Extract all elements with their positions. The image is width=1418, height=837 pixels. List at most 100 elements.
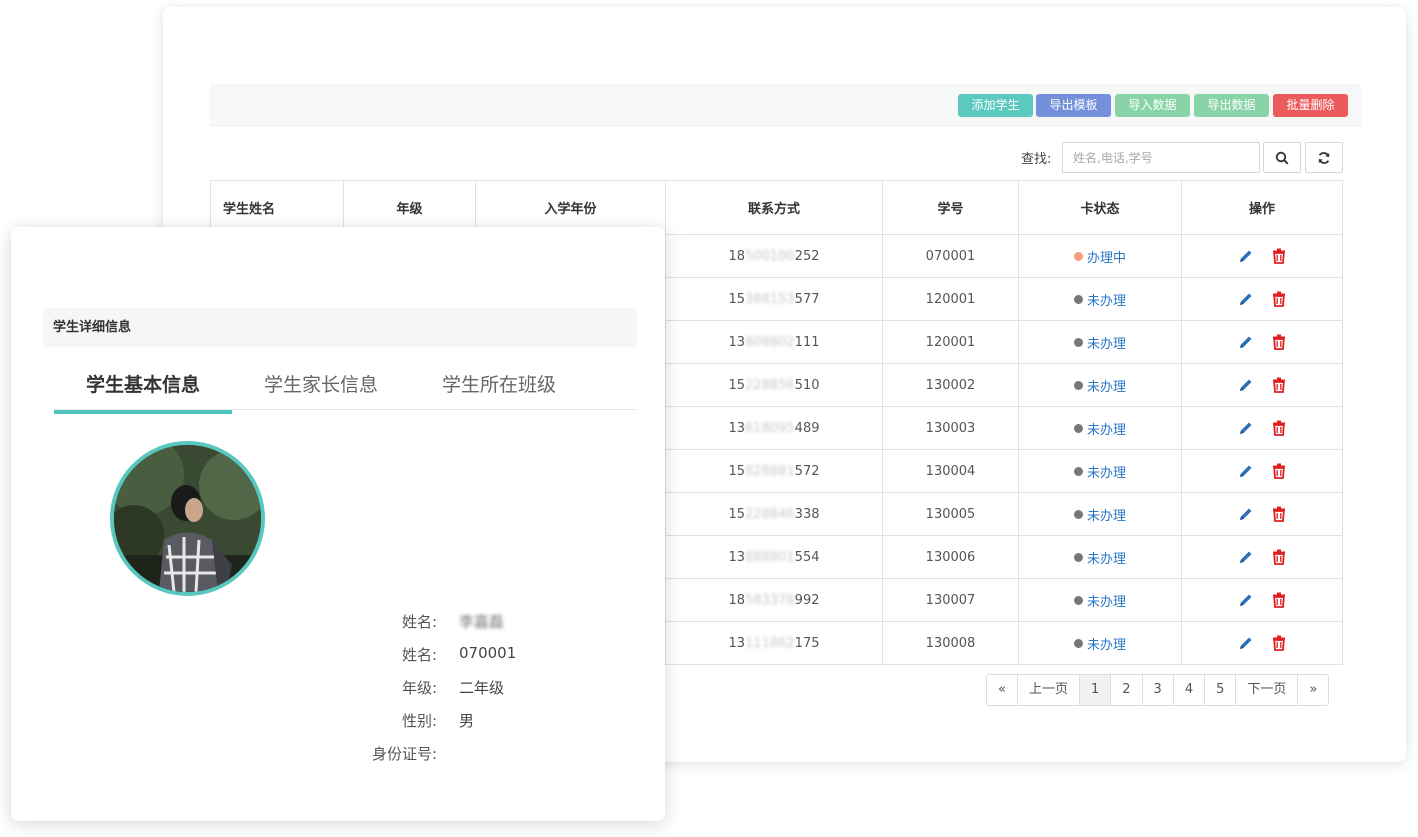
student-id-cell: 130006 (882, 535, 1019, 579)
phone-cell: 18500100252 (665, 234, 883, 278)
trash-icon[interactable] (1272, 549, 1286, 565)
trash-icon[interactable] (1272, 635, 1286, 651)
status-dot (1073, 638, 1083, 648)
status-badge[interactable]: 未办理 (1073, 290, 1126, 309)
status-dot (1073, 380, 1083, 390)
detail-title: 学生详细信息 (43, 308, 637, 347)
actions-cell (1181, 363, 1343, 407)
card-status-cell: 未办理 (1018, 535, 1182, 579)
status-badge[interactable]: 未办理 (1073, 462, 1126, 481)
detail-tabs: 学生基本信息 学生家长信息 学生所在班级 (54, 365, 637, 414)
tab-class-info[interactable]: 学生所在班级 (410, 365, 588, 409)
student-id-cell: 130003 (882, 406, 1019, 450)
pencil-icon[interactable] (1238, 291, 1254, 307)
status-badge[interactable]: 未办理 (1073, 376, 1126, 395)
page-1-button[interactable]: 1 (1078, 675, 1111, 705)
status-badge[interactable]: 未办理 (1073, 548, 1126, 567)
card-status-cell: 办理中 (1018, 234, 1182, 278)
info-id-card: 身份证号: (371, 745, 437, 763)
student-id-cell: 070001 (882, 234, 1019, 278)
phone-cell: 13808802111 (665, 320, 883, 364)
import-data-button[interactable]: 导入数据 (1115, 94, 1190, 117)
page-3-button[interactable]: 3 (1141, 675, 1173, 705)
phone-cell: 15828881572 (665, 449, 883, 493)
actions-cell (1181, 621, 1343, 665)
page-last-button[interactable]: » (1297, 675, 1328, 705)
column-header[interactable]: 操作 (1181, 180, 1343, 235)
page-4-button[interactable]: 4 (1172, 675, 1204, 705)
toolbar: 添加学生 导出模板 导入数据 导出数据 批量删除 (210, 84, 1361, 126)
pencil-icon[interactable] (1238, 463, 1254, 479)
status-badge[interactable]: 未办理 (1073, 505, 1126, 524)
tab-basic-info[interactable]: 学生基本信息 (54, 365, 233, 414)
refresh-button[interactable] (1305, 142, 1343, 173)
actions-cell (1181, 492, 1343, 536)
trash-icon[interactable] (1272, 592, 1286, 608)
pagination: « 上一页 1 2 3 4 5 下一页 » (986, 674, 1330, 706)
status-badge[interactable]: 办理中 (1073, 247, 1126, 266)
card-status-cell: 未办理 (1018, 449, 1182, 493)
search-input[interactable] (1062, 142, 1260, 173)
pencil-icon[interactable] (1238, 506, 1254, 522)
pencil-icon[interactable] (1238, 420, 1254, 436)
status-dot (1073, 509, 1083, 519)
pencil-icon[interactable] (1238, 377, 1254, 393)
trash-icon[interactable] (1272, 463, 1286, 479)
card-status-cell: 未办理 (1018, 621, 1182, 665)
phone-cell: 15388153577 (665, 277, 883, 321)
trash-icon[interactable] (1272, 420, 1286, 436)
column-header[interactable]: 卡状态 (1018, 180, 1182, 235)
trash-icon[interactable] (1272, 506, 1286, 522)
export-template-button[interactable]: 导出模板 (1036, 94, 1111, 117)
page-2-button[interactable]: 2 (1110, 675, 1141, 705)
page-first-button[interactable]: « (987, 675, 1017, 705)
student-id-cell: 120001 (882, 277, 1019, 321)
student-id-cell: 130005 (882, 492, 1019, 536)
phone-cell: 18583378992 (665, 578, 883, 622)
trash-icon[interactable] (1272, 248, 1286, 264)
pencil-icon[interactable] (1238, 334, 1254, 350)
add-student-button[interactable]: 添加学生 (958, 94, 1033, 117)
column-header[interactable]: 联系方式 (665, 180, 883, 235)
batch-delete-button[interactable]: 批量删除 (1273, 94, 1348, 117)
card-status-cell: 未办理 (1018, 320, 1182, 364)
trash-icon[interactable] (1272, 377, 1286, 393)
phone-cell: 13111862175 (665, 621, 883, 665)
actions-cell (1181, 535, 1343, 579)
status-dot (1073, 595, 1083, 605)
status-badge[interactable]: 未办理 (1073, 419, 1126, 438)
trash-icon[interactable] (1272, 291, 1286, 307)
status-dot (1073, 294, 1083, 304)
info-student-id: 姓名: 070001 (401, 644, 517, 664)
status-badge[interactable]: 未办理 (1073, 591, 1126, 610)
pencil-icon[interactable] (1238, 592, 1254, 608)
card-status-cell: 未办理 (1018, 578, 1182, 622)
search-button[interactable] (1263, 142, 1301, 173)
column-header[interactable]: 学号 (882, 180, 1019, 235)
page-prev-button[interactable]: 上一页 (1016, 675, 1079, 705)
phone-cell: 15228856510 (665, 363, 883, 407)
export-data-button[interactable]: 导出数据 (1194, 94, 1269, 117)
actions-cell (1181, 234, 1343, 278)
pencil-icon[interactable] (1238, 635, 1254, 651)
refresh-icon (1318, 151, 1330, 164)
student-photo (114, 445, 261, 592)
trash-icon[interactable] (1272, 334, 1286, 350)
status-badge[interactable]: 未办理 (1073, 333, 1126, 352)
status-dot (1073, 337, 1083, 347)
actions-cell (1181, 449, 1343, 493)
phone-cell: 13618095489 (665, 406, 883, 450)
student-id-cell: 130002 (882, 363, 1019, 407)
pencil-icon[interactable] (1238, 549, 1254, 565)
actions-cell (1181, 277, 1343, 321)
actions-cell (1181, 578, 1343, 622)
page-next-button[interactable]: 下一页 (1235, 675, 1297, 705)
tab-parent-info[interactable]: 学生家长信息 (232, 365, 410, 409)
actions-cell (1181, 406, 1343, 450)
status-badge[interactable]: 未办理 (1073, 634, 1126, 653)
pencil-icon[interactable] (1238, 248, 1254, 264)
page-5-button[interactable]: 5 (1204, 675, 1235, 705)
actions-cell (1181, 320, 1343, 364)
card-status-cell: 未办理 (1018, 406, 1182, 450)
card-status-cell: 未办理 (1018, 277, 1182, 321)
